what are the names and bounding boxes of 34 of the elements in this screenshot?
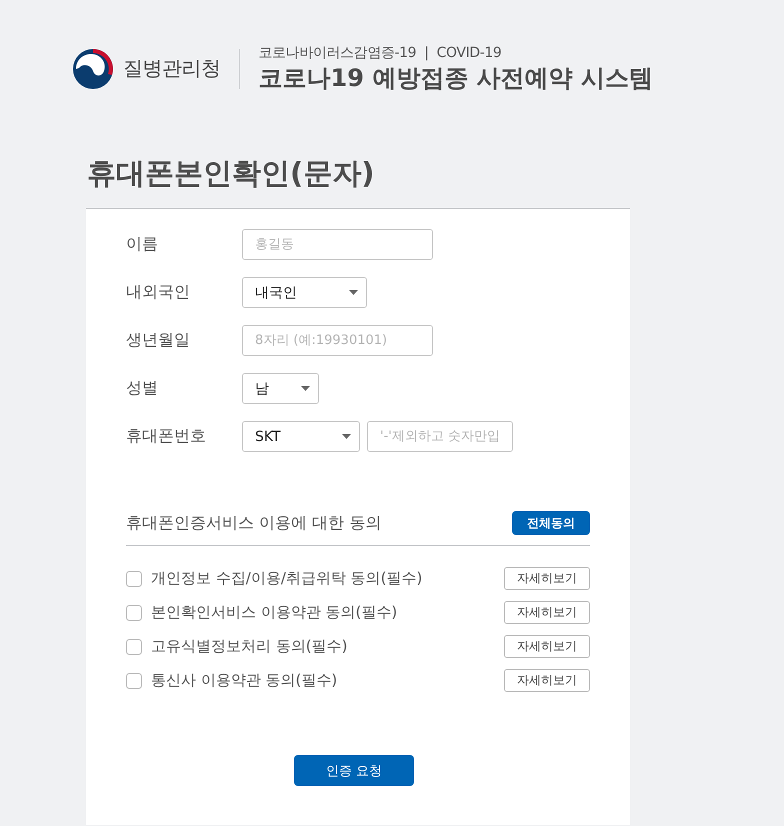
caret-icon [301,386,310,391]
checkbox[interactable] [126,638,142,654]
field-label: 내외국인 [126,282,191,303]
consent-label: 고유식별정보처리 동의(필수) [151,637,348,656]
input-field[interactable]: 홍길동 [242,229,433,260]
dropdown-select[interactable]: SKT [242,421,360,452]
field-label: 생년월일 [126,330,191,351]
details-button[interactable]: 자세히보기 [504,635,590,658]
details-button[interactable]: 자세히보기 [504,601,590,624]
consent-label: 본인확인서비스 이용약관 동의(필수) [151,603,398,622]
field-label: 이름 [126,234,159,255]
page-title: 휴대폰본인확인(문자) [87,155,376,191]
system-subtitle: 코로나바이러스감염증-19 | COVID-19 [258,44,502,63]
caret-icon [349,290,358,295]
agency-name: 질병관리청 [123,55,220,82]
input-field[interactable]: 8자리 (예:19930101) [242,325,433,356]
checkbox[interactable] [126,604,142,620]
consent-label: 통신사 이용약관 동의(필수) [151,671,338,690]
details-button[interactable]: 자세히보기 [504,567,590,590]
details-button[interactable]: 자세히보기 [504,669,590,692]
dropdown-select[interactable]: 내국인 [242,277,367,308]
checkbox[interactable] [126,672,142,688]
system-title: 코로나19 예방접종 사전예약 시스템 [258,63,653,93]
checkbox[interactable] [126,570,142,586]
field-label: 휴대폰번호 [126,426,207,447]
submit-button[interactable]: 인증 요청 [294,755,414,786]
agree-all-button[interactable]: 전체동의 [512,511,590,535]
emblem-icon [73,48,113,88]
caret-icon [342,434,351,439]
dropdown-select[interactable]: 남 [242,373,319,404]
consent-title: 휴대폰인증서비스 이용에 대한 동의 [126,512,382,534]
field-label: 성별 [126,378,159,399]
input-field[interactable]: '-'제외하고 숫자만입 [367,421,513,452]
consent-label: 개인정보 수집/이용/취급위탁 동의(필수) [151,569,424,588]
